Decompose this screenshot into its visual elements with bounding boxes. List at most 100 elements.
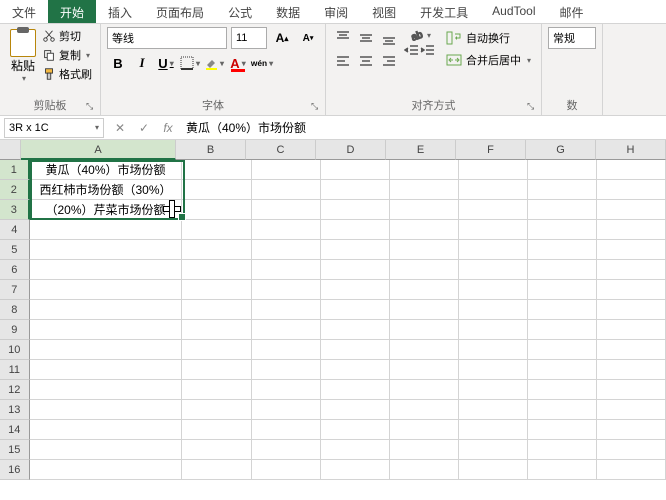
cell-C9[interactable] <box>252 320 321 340</box>
cell-E1[interactable] <box>390 160 459 180</box>
cell-D5[interactable] <box>321 240 390 260</box>
cell-G10[interactable] <box>528 340 597 360</box>
cell-F5[interactable] <box>459 240 528 260</box>
cell-H1[interactable] <box>597 160 666 180</box>
cell-G4[interactable] <box>528 220 597 240</box>
col-header-B[interactable]: B <box>176 140 246 160</box>
cell-C4[interactable] <box>252 220 321 240</box>
italic-button[interactable]: I <box>131 52 153 74</box>
cell-B2[interactable] <box>182 180 251 200</box>
cell-B16[interactable] <box>182 460 251 480</box>
cell-H9[interactable] <box>597 320 666 340</box>
cell-E14[interactable] <box>390 420 459 440</box>
row-header-13[interactable]: 13 <box>0 400 30 420</box>
cell-H13[interactable] <box>597 400 666 420</box>
cell-G2[interactable] <box>528 180 597 200</box>
col-header-E[interactable]: E <box>386 140 456 160</box>
col-header-D[interactable]: D <box>316 140 386 160</box>
tab-开发工具[interactable]: 开发工具 <box>408 0 480 23</box>
cell-B6[interactable] <box>182 260 251 280</box>
cell-D13[interactable] <box>321 400 390 420</box>
align-left[interactable] <box>332 50 354 72</box>
tab-审阅[interactable]: 审阅 <box>312 0 360 23</box>
cell-G16[interactable] <box>528 460 597 480</box>
cell-E7[interactable] <box>390 280 459 300</box>
cell-H5[interactable] <box>597 240 666 260</box>
cell-F14[interactable] <box>459 420 528 440</box>
row-header-6[interactable]: 6 <box>0 260 30 280</box>
cell-D1[interactable] <box>321 160 390 180</box>
cell-C3[interactable] <box>252 200 321 220</box>
cell-F4[interactable] <box>459 220 528 240</box>
cell-H3[interactable] <box>597 200 666 220</box>
cell-F8[interactable] <box>459 300 528 320</box>
cell-B13[interactable] <box>182 400 251 420</box>
cell-B10[interactable] <box>182 340 251 360</box>
cell-C7[interactable] <box>252 280 321 300</box>
cell-B14[interactable] <box>182 420 251 440</box>
cell-E3[interactable] <box>390 200 459 220</box>
row-header-8[interactable]: 8 <box>0 300 30 320</box>
col-header-F[interactable]: F <box>456 140 526 160</box>
cell-D12[interactable] <box>321 380 390 400</box>
row-header-15[interactable]: 15 <box>0 440 30 460</box>
cell-H10[interactable] <box>597 340 666 360</box>
cell-D2[interactable] <box>321 180 390 200</box>
align-bottom[interactable] <box>378 27 400 49</box>
cell-F10[interactable] <box>459 340 528 360</box>
row-header-7[interactable]: 7 <box>0 280 30 300</box>
cell-F16[interactable] <box>459 460 528 480</box>
format-painter-button[interactable]: 格式刷 <box>40 65 94 83</box>
cell-C13[interactable] <box>252 400 321 420</box>
cell-E8[interactable] <box>390 300 459 320</box>
cell-G3[interactable] <box>528 200 597 220</box>
row-header-14[interactable]: 14 <box>0 420 30 440</box>
cell-H15[interactable] <box>597 440 666 460</box>
alignment-dialog-launcher[interactable] <box>527 101 539 113</box>
orientation-button[interactable]: ab▾ <box>404 27 436 43</box>
cell-E11[interactable] <box>390 360 459 380</box>
cell-H7[interactable] <box>597 280 666 300</box>
cell-A13[interactable] <box>30 400 183 420</box>
cell-C14[interactable] <box>252 420 321 440</box>
col-header-C[interactable]: C <box>246 140 316 160</box>
cell-D7[interactable] <box>321 280 390 300</box>
decrease-font-button[interactable]: A▾ <box>297 27 319 49</box>
cell-H4[interactable] <box>597 220 666 240</box>
cell-F13[interactable] <box>459 400 528 420</box>
merge-center-button[interactable]: 合并后居中▾ <box>442 49 535 71</box>
cell-A10[interactable] <box>30 340 183 360</box>
cell-C5[interactable] <box>252 240 321 260</box>
select-all-corner[interactable] <box>0 140 21 160</box>
cell-G8[interactable] <box>528 300 597 320</box>
decrease-indent[interactable] <box>404 43 420 59</box>
font-name-select[interactable] <box>107 27 227 49</box>
copy-button[interactable]: 复制▾ <box>40 46 94 64</box>
fill-color-button[interactable]: ▾ <box>203 52 225 74</box>
cell-E10[interactable] <box>390 340 459 360</box>
tab-邮件[interactable]: 邮件 <box>548 0 596 23</box>
row-header-9[interactable]: 9 <box>0 320 30 340</box>
col-header-A[interactable]: A <box>21 140 176 160</box>
cell-C12[interactable] <box>252 380 321 400</box>
cell-G12[interactable] <box>528 380 597 400</box>
tab-文件[interactable]: 文件 <box>0 0 48 23</box>
cell-B8[interactable] <box>182 300 251 320</box>
row-header-10[interactable]: 10 <box>0 340 30 360</box>
row-header-5[interactable]: 5 <box>0 240 30 260</box>
cell-H12[interactable] <box>597 380 666 400</box>
cell-G5[interactable] <box>528 240 597 260</box>
font-color-button[interactable]: A▾ <box>227 52 249 74</box>
cell-E15[interactable] <box>390 440 459 460</box>
number-format-select[interactable] <box>548 27 596 49</box>
bold-button[interactable]: B <box>107 52 129 74</box>
col-header-H[interactable]: H <box>596 140 666 160</box>
align-middle[interactable] <box>355 27 377 49</box>
cell-B1[interactable] <box>182 160 251 180</box>
row-header-3[interactable]: 3 <box>0 200 30 220</box>
cell-D3[interactable] <box>321 200 390 220</box>
cell-C16[interactable] <box>252 460 321 480</box>
cell-G13[interactable] <box>528 400 597 420</box>
cell-F3[interactable] <box>459 200 528 220</box>
tab-数据[interactable]: 数据 <box>264 0 312 23</box>
